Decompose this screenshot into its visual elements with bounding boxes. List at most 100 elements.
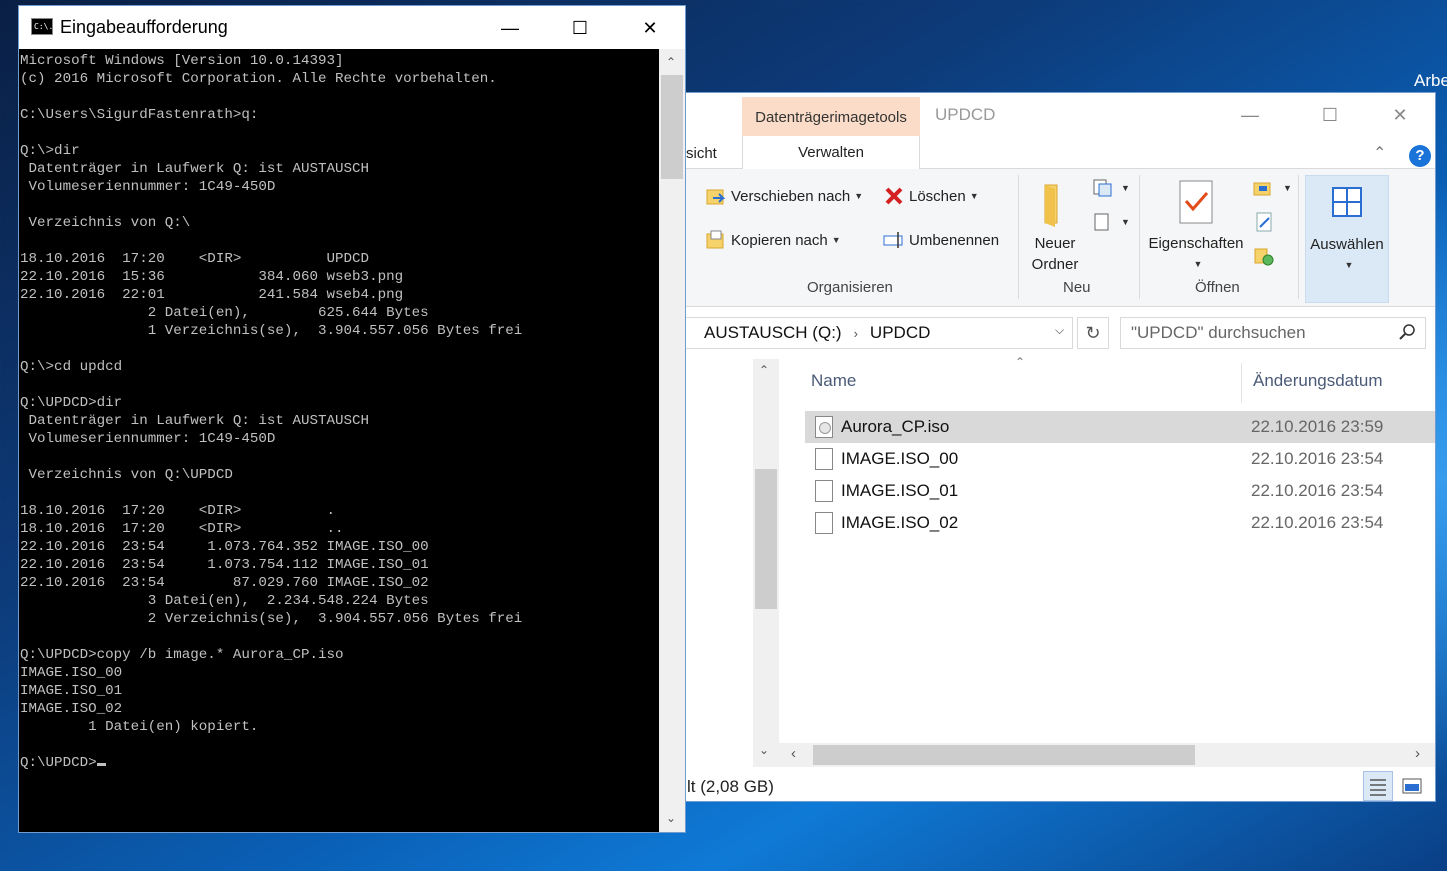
address-bar[interactable]: AUSTAUSCH (Q:) › UPDCD xyxy=(661,317,1073,349)
auswaehlen-button[interactable]: Auswählen ▼ xyxy=(1305,175,1389,303)
breadcrumb-folder[interactable]: UPDCD xyxy=(870,323,930,343)
search-input[interactable]: "UPDCD" durchsuchen xyxy=(1120,317,1426,349)
navigation-pane-scrollbar[interactable]: ⌃ ⌄ xyxy=(753,359,779,767)
file-list[interactable]: ⌃ Name Änderungsdatum Aurora_CP.iso 22.1… xyxy=(779,355,1435,767)
easy-access-button[interactable]: ▼ xyxy=(1091,211,1130,233)
context-tab-datentraegerimagetools[interactable]: Datenträgerimagetools xyxy=(742,97,920,137)
ribbon-group-divider xyxy=(1018,175,1019,299)
breadcrumb-separator-icon[interactable]: › xyxy=(854,326,858,341)
refresh-icon[interactable]: ↻ xyxy=(1077,317,1109,349)
group-label-neu: Neu xyxy=(1063,279,1091,296)
console-line: IMAGE.ISO_01 xyxy=(20,683,123,699)
console-line: Q:\UPDCD>copy /b image.* Aurora_CP.iso xyxy=(20,647,344,663)
scroll-left-chevron-icon[interactable]: ‹ xyxy=(791,745,796,762)
console-output[interactable]: Microsoft Windows [Version 10.0.14393] (c… xyxy=(19,49,659,832)
breadcrumb-drive[interactable]: AUSTAUSCH (Q:) xyxy=(704,323,842,343)
explorer-titlebar[interactable]: Datenträgerimagetools UPDCD — ☐ ✕ xyxy=(661,93,1435,137)
scroll-down-chevron-icon[interactable]: ⌄ xyxy=(759,743,769,757)
properties-checkmark-icon xyxy=(1176,179,1216,227)
window-title: UPDCD xyxy=(935,105,996,124)
console-line: (c) 2016 Microsoft Corporation. Alle Rec… xyxy=(20,71,497,87)
console-line: 22.10.2016 23:54 1.073.764.352 IMAGE.ISO… xyxy=(20,539,429,555)
group-label-organisieren: Organisieren xyxy=(807,279,893,296)
edit-document-icon xyxy=(1253,211,1275,233)
scrollbar-thumb[interactable] xyxy=(661,75,683,179)
address-row: AUSTAUSCH (Q:) › UPDCD ⌵ ↻ "UPDCD" durch… xyxy=(661,317,1435,351)
file-row[interactable]: IMAGE.ISO_00 22.10.2016 23:54 xyxy=(805,443,1435,475)
console-line: 22.10.2016 15:36 384.060 wseb3.png xyxy=(20,269,404,285)
desktop-icon-label[interactable]: Arbe xyxy=(1414,71,1447,91)
file-explorer-window[interactable]: Datenträgerimagetools UPDCD — ☐ ✕ sicht … xyxy=(660,92,1436,802)
eigenschaften-button[interactable]: Eigenschaften ▼ xyxy=(1145,179,1247,275)
console-line: Microsoft Windows [Version 10.0.14393] xyxy=(20,53,344,69)
maximize-button[interactable]: ☐ xyxy=(1307,99,1353,131)
select-grid-icon xyxy=(1327,180,1367,228)
tab-verwalten[interactable]: Verwalten xyxy=(742,136,920,169)
address-dropdown-chevron-icon[interactable]: ⌵ xyxy=(1055,323,1064,338)
new-item-button[interactable]: ▼ xyxy=(1091,177,1130,199)
group-label-oeffnen: Öffnen xyxy=(1195,279,1240,296)
dropdown-caret-icon: ▼ xyxy=(831,235,841,245)
scroll-up-chevron-icon[interactable]: ⌃ xyxy=(759,363,769,377)
minimize-button[interactable]: — xyxy=(487,12,533,44)
command-prompt-window[interactable]: C:\. Eingabeaufforderung — ☐ ✕ Microsoft… xyxy=(18,5,686,833)
console-line: 18.10.2016 17:20 <DIR> . xyxy=(20,503,336,519)
console-line: Volumeseriennummer: 1C49-450D xyxy=(20,431,276,447)
status-bar: lt (2,08 GB) xyxy=(661,767,1435,801)
console-line: IMAGE.ISO_00 xyxy=(20,665,123,681)
ribbon-tab-bar: sicht Verwalten ⌃ ? xyxy=(661,136,1435,169)
scrollbar-thumb[interactable] xyxy=(813,745,1195,765)
scrollbar-thumb[interactable] xyxy=(755,469,777,609)
maximize-button[interactable]: ☐ xyxy=(557,12,603,44)
scroll-down-chevron-icon[interactable]: ⌄ xyxy=(666,811,676,825)
window-title: Eingabeaufforderung xyxy=(60,17,228,37)
file-row[interactable]: Aurora_CP.iso 22.10.2016 23:59 xyxy=(805,411,1435,443)
minimize-button[interactable]: — xyxy=(1227,99,1273,131)
new-item-icon xyxy=(1091,177,1113,199)
console-line: Datenträger in Laufwerk Q: ist AUSTAUSCH xyxy=(20,161,370,177)
cmd-titlebar[interactable]: C:\. Eingabeaufforderung — ☐ ✕ xyxy=(19,6,685,49)
status-text: lt (2,08 GB) xyxy=(687,777,774,796)
loeschen-button[interactable]: Löschen ▼ xyxy=(883,185,979,207)
scroll-up-chevron-icon[interactable]: ⌃ xyxy=(666,55,676,69)
console-line: 22.10.2016 22:01 241.584 wseb4.png xyxy=(20,287,404,303)
verschieben-nach-button[interactable]: Verschieben nach ▼ xyxy=(705,185,863,207)
neuer-ordner-button[interactable]: Neuer Ordner xyxy=(1025,179,1085,275)
large-icons-view-icon[interactable] xyxy=(1397,771,1427,801)
easy-access-icon xyxy=(1091,211,1113,233)
sort-ascending-icon: ⌃ xyxy=(1015,355,1026,369)
file-icon xyxy=(815,512,833,534)
text-cursor xyxy=(96,763,106,766)
history-icon xyxy=(1253,245,1275,267)
close-button[interactable]: ✕ xyxy=(1377,99,1423,131)
file-icon xyxy=(815,448,833,470)
kopieren-nach-button[interactable]: Kopieren nach ▼ xyxy=(705,229,841,251)
console-line: Q:\>dir xyxy=(20,143,80,159)
console-line: Volumeseriennummer: 1C49-450D xyxy=(20,179,276,195)
open-button[interactable]: ▼ xyxy=(1253,177,1292,199)
ribbon-group-divider xyxy=(1139,175,1140,299)
file-row[interactable]: IMAGE.ISO_02 22.10.2016 23:54 xyxy=(805,507,1435,539)
console-line: 1 Datei(en) kopiert. xyxy=(20,719,259,735)
close-button[interactable]: ✕ xyxy=(627,12,673,44)
copy-to-folder-icon xyxy=(705,229,727,251)
console-scrollbar[interactable]: ⌃ ⌄ xyxy=(659,49,685,832)
history-button[interactable] xyxy=(1253,245,1279,267)
tab-ansicht[interactable]: sicht xyxy=(686,145,717,162)
help-icon[interactable]: ? xyxy=(1409,145,1431,167)
ribbon-collapse-chevron-icon[interactable]: ⌃ xyxy=(1373,143,1386,163)
edit-button[interactable] xyxy=(1253,211,1279,233)
horizontal-scrollbar[interactable]: ‹ › xyxy=(779,743,1435,767)
details-view-icon[interactable] xyxy=(1363,771,1393,801)
console-line: Q:\UPDCD>dir xyxy=(20,395,123,411)
scroll-right-chevron-icon[interactable]: › xyxy=(1415,745,1420,762)
column-divider[interactable] xyxy=(1241,363,1242,403)
umbenennen-button[interactable]: Umbenennen xyxy=(883,229,999,251)
column-header-date[interactable]: Änderungsdatum xyxy=(1253,371,1382,391)
file-row[interactable]: IMAGE.ISO_01 22.10.2016 23:54 xyxy=(805,475,1435,507)
move-to-folder-icon xyxy=(705,185,727,207)
column-header-name[interactable]: Name xyxy=(811,371,856,391)
